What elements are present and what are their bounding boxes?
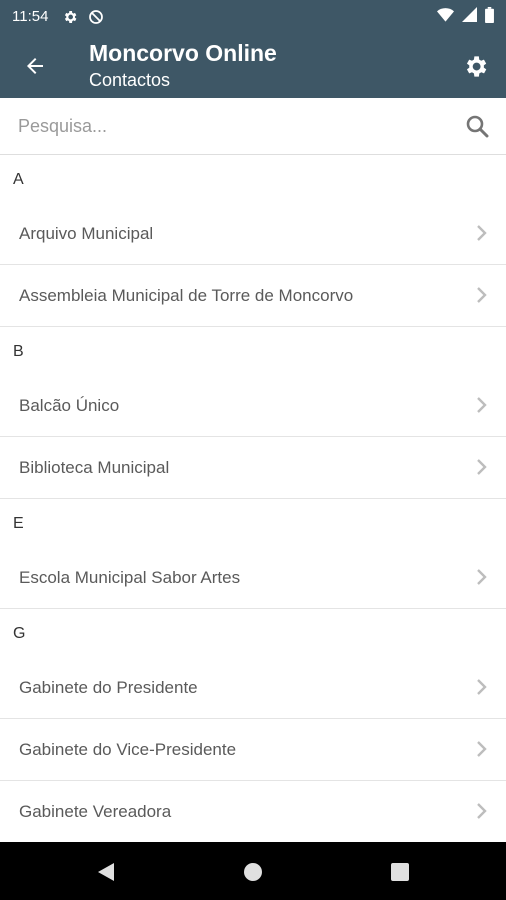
list-item[interactable]: Arquivo Municipal (0, 203, 506, 265)
list-item[interactable]: Biblioteca Municipal (0, 437, 506, 499)
chevron-right-icon (477, 459, 487, 475)
list-item-label: Gabinete do Presidente (19, 677, 198, 697)
app-title: Moncorvo Online (89, 40, 277, 66)
list-item-label: Arquivo Municipal (19, 223, 154, 243)
section-header-a: A (0, 155, 506, 203)
list-item[interactable]: Gabinete Vereadora (0, 781, 506, 842)
wifi-icon (437, 7, 454, 26)
settings-gear-button[interactable] (458, 49, 492, 83)
list-item[interactable]: Gabinete do Vice-Presidente (0, 719, 506, 781)
list-item[interactable]: Balcão Único (0, 375, 506, 437)
list-item[interactable]: Assembleia Municipal de Torre de Moncorv… (0, 265, 506, 327)
chevron-right-icon (477, 225, 487, 241)
settings-gear-icon (62, 9, 78, 25)
signal-icon (462, 7, 477, 26)
back-triangle-icon[interactable] (94, 860, 118, 884)
chevron-right-icon (477, 679, 487, 695)
back-arrow-icon[interactable] (18, 49, 52, 83)
search-bar (0, 98, 506, 155)
contacts-list: A Arquivo Municipal Assembleia Municipal… (0, 155, 506, 842)
status-time: 11:54 (12, 8, 49, 25)
search-icon[interactable] (462, 111, 492, 141)
page-subtitle: Contactos (89, 70, 171, 90)
section-header-e: E (0, 499, 506, 547)
list-item-label: Biblioteca Municipal (19, 457, 170, 477)
chevron-right-icon (477, 397, 487, 413)
search-input[interactable] (18, 110, 438, 142)
status-bar: 11:54 (0, 0, 506, 33)
chevron-right-icon (477, 287, 487, 303)
list-item-label: Gabinete do Vice-Presidente (19, 739, 237, 759)
system-nav-bar (0, 842, 506, 900)
list-item-label: Gabinete Vereadora (19, 801, 172, 821)
section-header-b: B (0, 327, 506, 375)
list-item[interactable]: Escola Municipal Sabor Artes (0, 547, 506, 609)
list-item-label: Balcão Único (19, 395, 120, 415)
section-header-g: G (0, 609, 506, 657)
app-bar: Moncorvo Online Contactos (0, 33, 506, 98)
list-item[interactable]: Gabinete do Presidente (0, 657, 506, 719)
no-data-icon (88, 9, 104, 25)
home-circle-icon[interactable] (241, 860, 265, 884)
recents-square-icon[interactable] (388, 860, 412, 884)
battery-icon (485, 6, 494, 27)
list-item-label: Escola Municipal Sabor Artes (19, 567, 241, 587)
list-item-label: Assembleia Municipal de Torre de Moncorv… (19, 285, 354, 305)
chevron-right-icon (477, 803, 487, 819)
chevron-right-icon (477, 569, 487, 585)
title-block: Moncorvo Online Contactos (89, 39, 277, 92)
chevron-right-icon (477, 741, 487, 757)
